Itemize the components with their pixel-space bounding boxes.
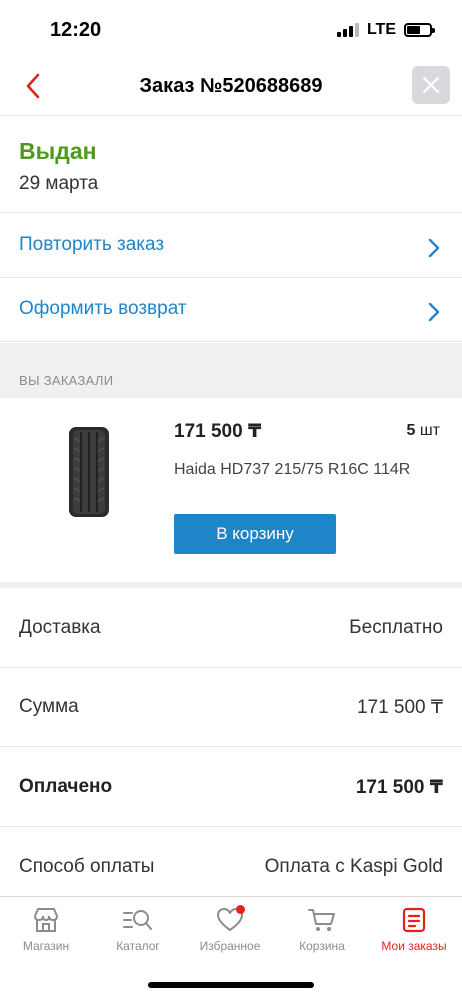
home-indicator bbox=[148, 982, 314, 988]
header: Заказ №520688689 bbox=[0, 56, 462, 116]
order-date: 29 марта bbox=[19, 173, 99, 194]
item-quantity: 5 шт bbox=[406, 422, 440, 440]
chevron-right-icon bbox=[428, 238, 440, 258]
status-time: 12:20 bbox=[50, 19, 102, 41]
ordered-item: 171 500 ₸ 5 шт Haida HD737 215/75 R16C 1… bbox=[0, 398, 462, 583]
return-order-label: Оформить возврат bbox=[19, 298, 187, 319]
tab-label: Корзина bbox=[299, 939, 345, 953]
summary-label: Сумма bbox=[19, 696, 79, 717]
summary-paid: Оплачено 171 500 ₸ bbox=[0, 747, 462, 827]
close-icon bbox=[422, 76, 440, 94]
quantity-unit: шт bbox=[419, 422, 440, 439]
tab-label: Магазин bbox=[22, 939, 70, 953]
orders-icon bbox=[402, 907, 426, 933]
signal-icon bbox=[336, 23, 359, 37]
tab-catalog[interactable]: Каталог bbox=[92, 905, 184, 965]
tab-label: Мои заказы bbox=[381, 939, 447, 953]
summary-label: Оплачено bbox=[19, 776, 113, 797]
status-indicators: LTE bbox=[336, 21, 435, 39]
tab-label: Избранное bbox=[199, 939, 261, 953]
close-button[interactable] bbox=[412, 66, 450, 104]
tab-shop[interactable]: Магазин bbox=[0, 905, 92, 965]
summary-value: 171 500 ₸ bbox=[356, 697, 443, 718]
tab-label: Каталог bbox=[116, 939, 160, 953]
ordered-section-header: ВЫ ЗАКАЗАЛИ bbox=[0, 343, 462, 398]
summary-delivery: Доставка Бесплатно bbox=[0, 588, 462, 668]
section-heading: ВЫ ЗАКАЗАЛИ bbox=[19, 373, 114, 388]
network-type: LTE bbox=[366, 21, 396, 38]
repeat-order-button[interactable]: Повторить заказ bbox=[0, 214, 462, 278]
quantity-value: 5 bbox=[406, 422, 416, 439]
order-status-block: Выдан 29 марта bbox=[0, 117, 462, 213]
summary-total: Сумма 171 500 ₸ bbox=[0, 667, 462, 747]
cart-icon bbox=[308, 909, 335, 931]
add-to-cart-button[interactable]: В корзину bbox=[174, 514, 336, 554]
tire-icon[interactable] bbox=[68, 426, 110, 518]
status-bar: 12:20 LTE bbox=[0, 0, 462, 56]
summary-label: Способ оплаты bbox=[19, 856, 155, 877]
summary-value: Бесплатно bbox=[349, 617, 443, 638]
item-name[interactable]: Haida HD737 215/75 R16C 114R bbox=[174, 460, 424, 479]
order-status: Выдан bbox=[19, 138, 97, 164]
summary-payment-method: Способ оплаты Оплата с Kaspi Gold bbox=[0, 827, 462, 907]
item-price: 171 500 ₸ bbox=[174, 421, 262, 442]
battery-icon bbox=[404, 23, 435, 37]
repeat-order-label: Повторить заказ bbox=[19, 234, 165, 255]
page-title: Заказ №520688689 bbox=[139, 75, 323, 97]
tab-favorites[interactable]: Избранное bbox=[184, 905, 276, 965]
summary-value: Оплата с Kaspi Gold bbox=[264, 856, 443, 877]
tab-my-orders[interactable]: Мои заказы bbox=[368, 905, 460, 965]
notification-dot bbox=[236, 905, 245, 914]
chevron-right-icon bbox=[428, 302, 440, 322]
return-order-button[interactable]: Оформить возврат bbox=[0, 278, 462, 342]
catalog-search-icon bbox=[123, 910, 152, 930]
summary-value: 171 500 ₸ bbox=[355, 777, 443, 798]
shop-icon bbox=[34, 908, 58, 932]
summary-label: Доставка bbox=[19, 617, 101, 638]
tab-cart[interactable]: Корзина bbox=[276, 905, 368, 965]
